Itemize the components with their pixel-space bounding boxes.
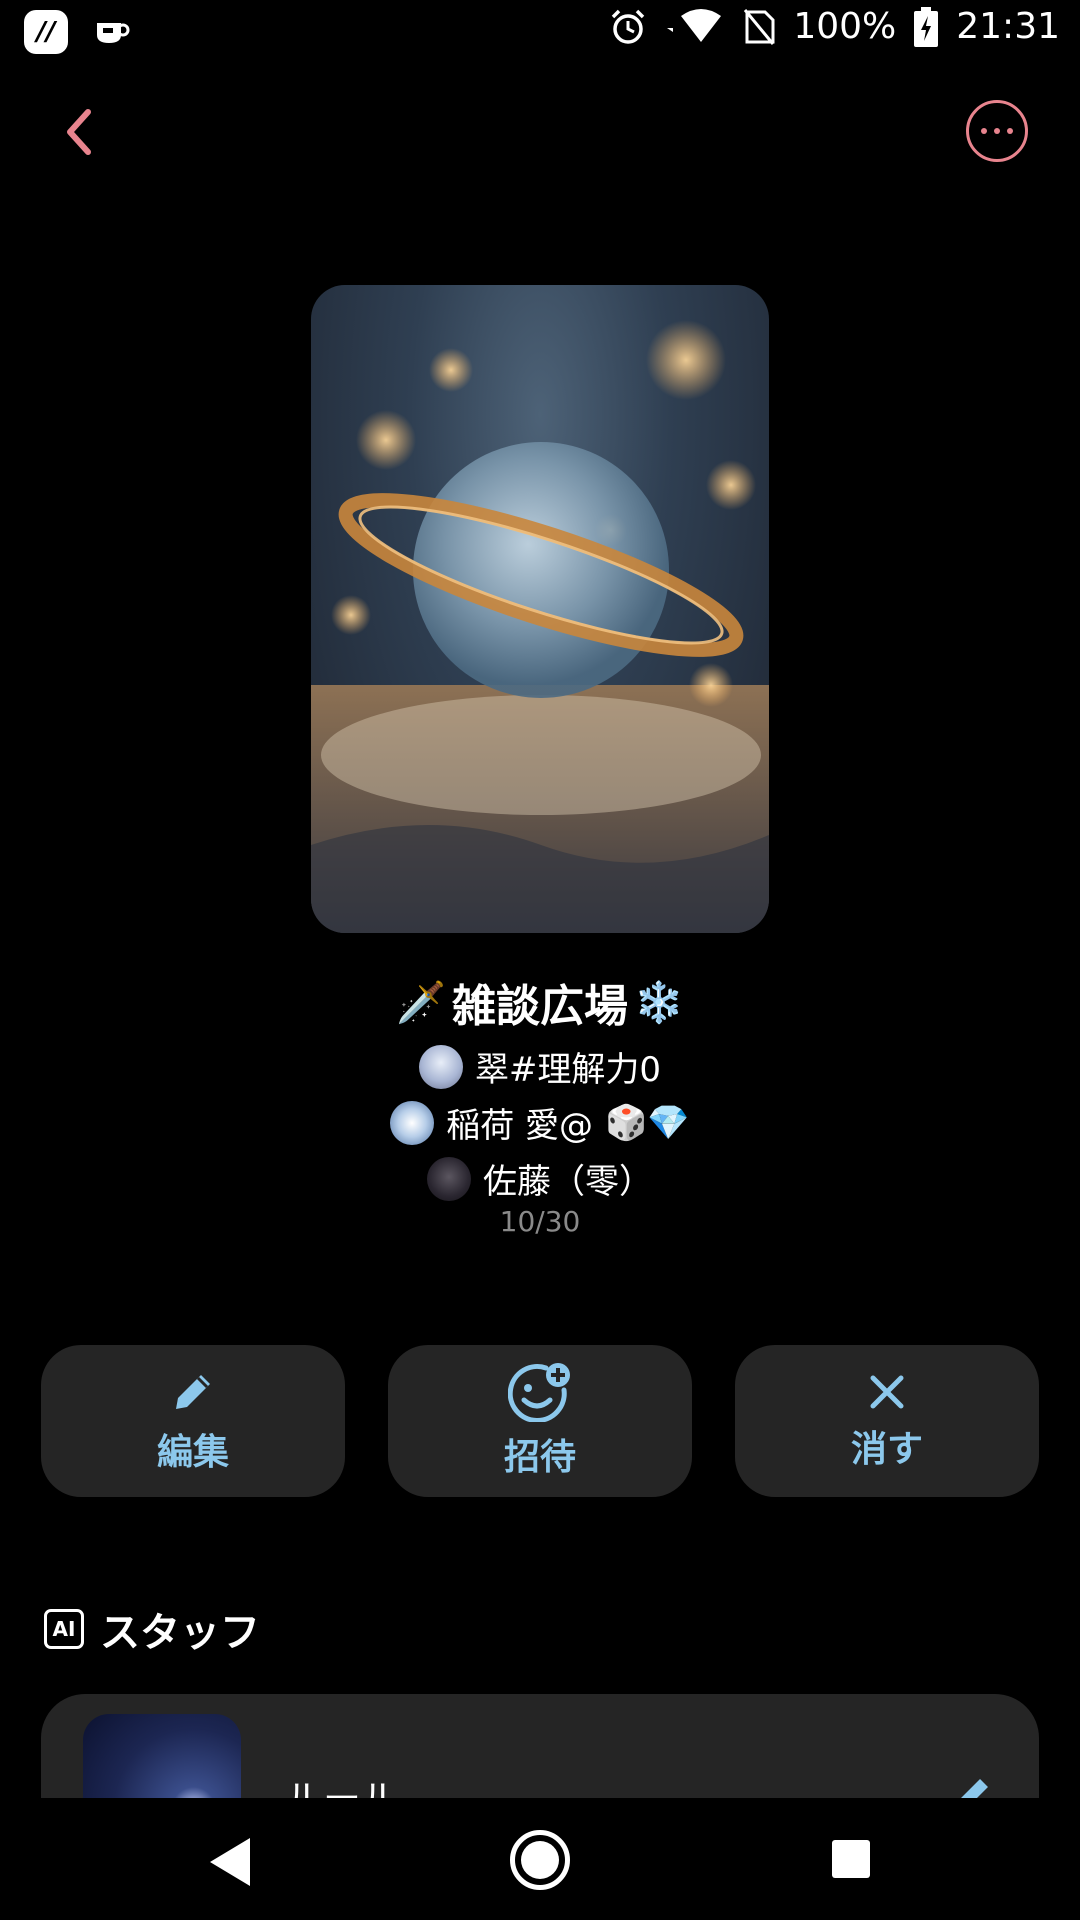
ai-badge-icon: AI <box>44 1609 84 1649</box>
staff-section-header: AI スタッフ <box>44 1600 260 1658</box>
action-buttons: 編集 招待 消す <box>41 1345 1039 1497</box>
delete-button[interactable]: 消す <box>735 1345 1039 1497</box>
battery-percent: 100% <box>793 6 897 47</box>
battery-charging-icon <box>914 6 939 47</box>
member-name: 佐藤（零） <box>483 1162 653 1202</box>
close-icon <box>870 1375 904 1409</box>
member-count: 10/30 <box>499 1205 581 1238</box>
back-button[interactable] <box>52 96 112 168</box>
nav-back-icon <box>210 1838 250 1886</box>
dagger-emoji: 🗡️ <box>396 979 446 1026</box>
member-item[interactable]: 翠#理解力0 <box>0 1042 1080 1091</box>
status-bar: // 100% 21:31 <box>0 0 1080 64</box>
edit-label: 編集 <box>156 1432 229 1473</box>
planet-artwork <box>311 320 769 933</box>
room-title: 🗡️ 雑談広場 ❄️ <box>0 970 1080 1034</box>
more-options-button[interactable] <box>966 100 1028 162</box>
avatar <box>390 1100 435 1145</box>
invite-button[interactable]: 招待 <box>388 1345 692 1497</box>
avatar <box>418 1044 463 1089</box>
member-item[interactable]: 佐藤（零） <box>0 1154 1080 1203</box>
nav-back-button[interactable] <box>206 1836 254 1892</box>
member-name: 稲荷 愛@ <box>446 1106 594 1146</box>
alarm-icon <box>612 9 645 44</box>
member-item[interactable]: 稲荷 愛@ 🎲💎 <box>0 1098 1080 1147</box>
edit-button[interactable]: 編集 <box>41 1345 345 1497</box>
nav-home-button[interactable] <box>510 1830 570 1890</box>
snowflake-emoji: ❄️ <box>634 979 684 1026</box>
staff-section-title: スタッフ <box>100 1610 260 1656</box>
home-icon <box>521 1841 559 1879</box>
add-friend-icon <box>508 1363 570 1422</box>
nav-recents-button[interactable] <box>832 1840 870 1878</box>
pencil-icon <box>176 1375 210 1409</box>
member-name: 翠#理解力0 <box>474 1050 662 1090</box>
more-horizontal-icon <box>981 128 987 134</box>
invite-label: 招待 <box>503 1437 576 1478</box>
wifi-icon <box>667 8 722 42</box>
app-icon: // <box>24 10 68 54</box>
system-nav-bar <box>0 1798 1080 1920</box>
no-sim-icon <box>744 8 775 45</box>
room-cover-image <box>311 285 769 933</box>
cup-icon <box>97 23 130 43</box>
member-badges: 🎲💎 <box>605 1102 690 1143</box>
avatar <box>427 1156 471 1201</box>
delete-label: 消す <box>850 1429 923 1470</box>
room-title-text: 雑談広場 <box>452 981 628 1032</box>
clock: 21:31 <box>956 6 1060 47</box>
chevron-left-icon <box>67 109 91 155</box>
